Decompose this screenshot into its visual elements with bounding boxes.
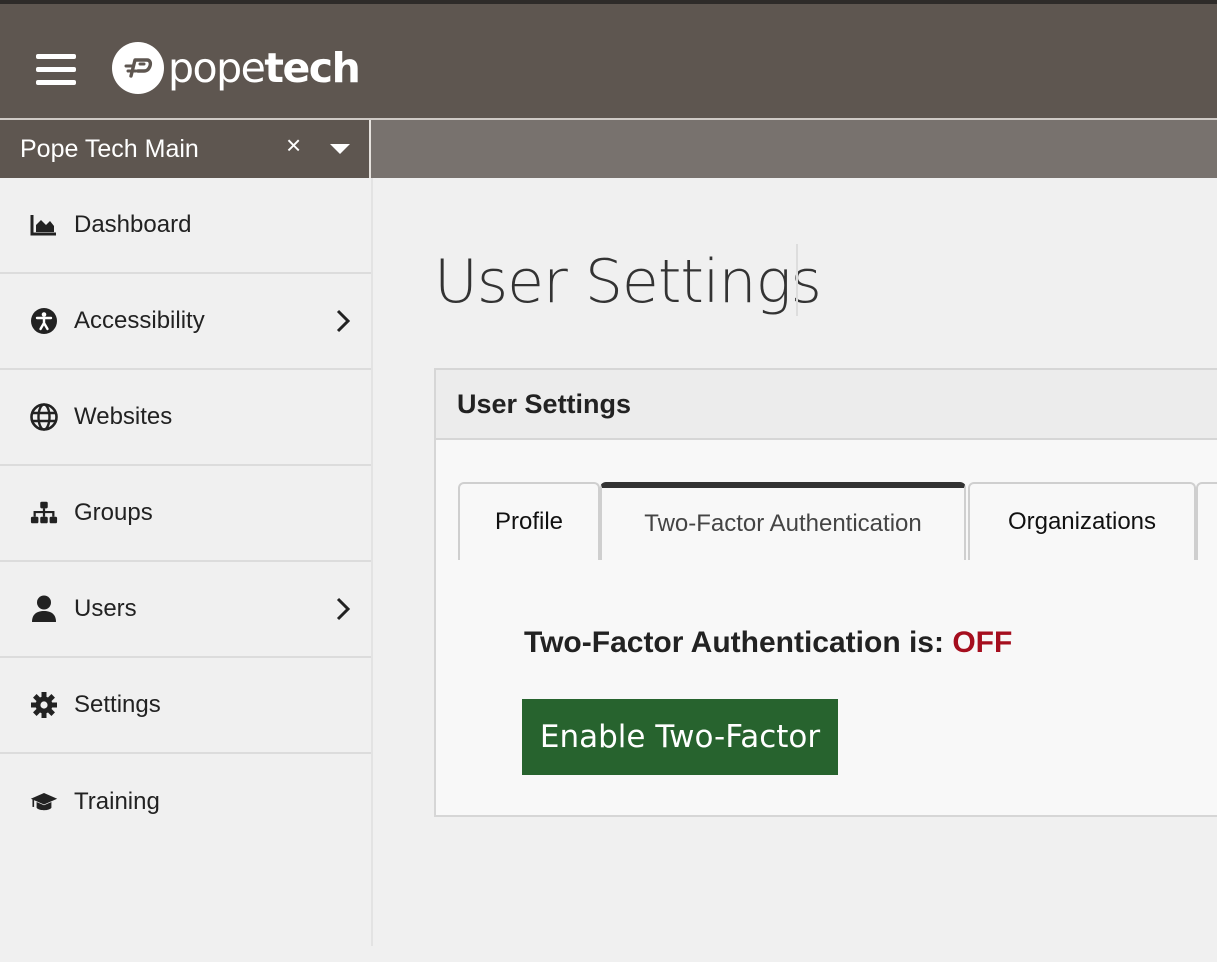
gear-icon bbox=[30, 691, 58, 719]
sidebar-item-label: Training bbox=[74, 788, 160, 815]
tab-organizations[interactable]: Organizations bbox=[968, 482, 1196, 560]
popetech-logo[interactable]: popetech bbox=[112, 40, 361, 96]
sidebar-item-dashboard[interactable]: Dashboard bbox=[0, 178, 371, 274]
chevron-right-icon bbox=[334, 597, 352, 621]
sidebar-item-label: Groups bbox=[74, 499, 153, 526]
app-header: popetech bbox=[0, 4, 1217, 118]
menu-toggle-icon[interactable] bbox=[36, 52, 76, 88]
globe-icon bbox=[30, 403, 58, 431]
sidebar-item-label: Settings bbox=[74, 691, 161, 718]
enable-two-factor-button[interactable]: Enable Two-Factor bbox=[522, 699, 838, 775]
two-factor-status-label: Two-Factor Authentication is: bbox=[524, 626, 944, 659]
universal-access-icon bbox=[30, 307, 58, 335]
sidebar-item-groups[interactable]: Groups bbox=[0, 466, 371, 562]
tab-more[interactable] bbox=[1196, 482, 1217, 560]
sitemap-icon bbox=[30, 499, 58, 527]
sidebar-nav: Dashboard Accessibility Websites Groups … bbox=[0, 178, 373, 946]
card-title: User Settings bbox=[457, 388, 632, 419]
clear-icon[interactable]: × bbox=[286, 130, 301, 161]
tab-two-factor-authentication[interactable]: Two-Factor Authentication bbox=[600, 482, 966, 560]
sidebar-item-label: Users bbox=[74, 595, 137, 622]
two-factor-status-value: OFF bbox=[952, 626, 1013, 659]
sidebar-item-accessibility[interactable]: Accessibility bbox=[0, 274, 371, 370]
user-icon bbox=[30, 595, 58, 623]
caret-down-icon[interactable] bbox=[330, 144, 350, 154]
popetech-logo-text: popetech bbox=[168, 47, 361, 89]
popetech-logo-mark bbox=[112, 42, 164, 94]
sidebar-item-label: Websites bbox=[74, 403, 173, 430]
sidebar-item-training[interactable]: Training bbox=[0, 754, 371, 850]
tab-profile[interactable]: Profile bbox=[458, 482, 600, 560]
two-factor-status: Two-Factor Authentication is: OFF bbox=[524, 626, 1012, 660]
sidebar-item-settings[interactable]: Settings bbox=[0, 658, 371, 754]
sidebar-item-users[interactable]: Users bbox=[0, 562, 371, 658]
user-settings-card: User Settings Profile Two-Factor Authent… bbox=[434, 368, 1217, 817]
organization-select-value: Pope Tech Main bbox=[20, 134, 199, 163]
title-divider bbox=[796, 244, 798, 316]
logo-text-pope: pope bbox=[168, 43, 266, 92]
graduation-cap-icon bbox=[30, 788, 58, 816]
organization-select[interactable]: Pope Tech Main × bbox=[0, 120, 371, 178]
sidebar-item-websites[interactable]: Websites bbox=[0, 370, 371, 466]
chart-area-icon bbox=[30, 211, 58, 239]
logo-text-tech: tech bbox=[264, 43, 360, 92]
org-bar: Pope Tech Main × bbox=[0, 118, 1217, 178]
page-title: User Settings bbox=[434, 247, 822, 317]
sidebar-item-label: Dashboard bbox=[74, 211, 192, 238]
sidebar-item-label: Accessibility bbox=[74, 307, 205, 334]
card-header: User Settings bbox=[436, 370, 1217, 440]
chevron-right-icon bbox=[334, 309, 352, 333]
